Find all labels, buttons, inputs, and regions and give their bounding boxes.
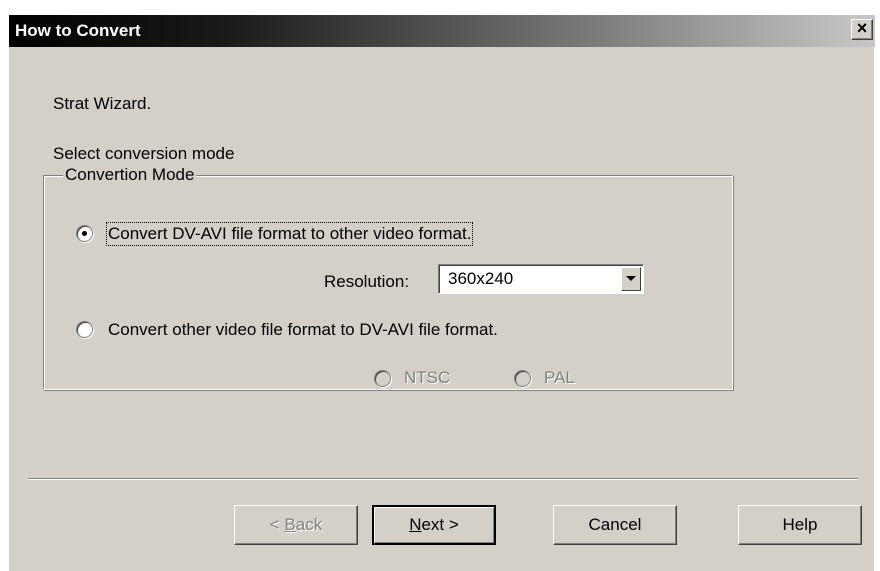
pal-label: PAL [544,368,575,387]
next-rest: ext > [421,515,459,534]
next-mnemonic: N [409,515,422,534]
title-bar[interactable]: How to Convert × [9,15,875,47]
chevron-down-icon[interactable] [621,267,641,291]
back-button[interactable]: < Back [234,505,358,545]
resolution-label: Resolution: [324,272,410,291]
radio-other-to-dv[interactable] [76,321,93,338]
help-label: Help [782,515,818,534]
cancel-button[interactable]: Cancel [553,505,677,545]
window-title: How to Convert [15,21,141,40]
intro-text: Strat Wizard. [53,94,152,113]
next-button[interactable]: Next > [372,505,496,545]
option-dv-to-other-label[interactable]: Convert DV-AVI file format to other vide… [105,222,474,246]
help-button[interactable]: Help [738,505,862,545]
cancel-label: Cancel [588,515,642,534]
option-other-to-dv-label[interactable]: Convert other video file format to DV-AV… [108,320,498,340]
resolution-select[interactable]: 360x240 [438,264,644,294]
close-button[interactable]: × [851,19,873,40]
group-legend: Convertion Mode [63,164,197,186]
instruction-text: Select conversion mode [53,144,235,163]
radio-ntsc[interactable] [374,370,391,387]
ntsc-label: NTSC [404,368,451,387]
close-icon: × [856,18,868,38]
resolution-value: 360x240 [448,269,514,288]
back-prefix: < [269,515,285,534]
radio-pal[interactable] [514,370,531,387]
back-rest: ack [295,515,323,534]
separator [28,478,858,480]
radio-dv-to-other[interactable] [76,225,93,242]
back-mnemonic: B [284,515,296,534]
